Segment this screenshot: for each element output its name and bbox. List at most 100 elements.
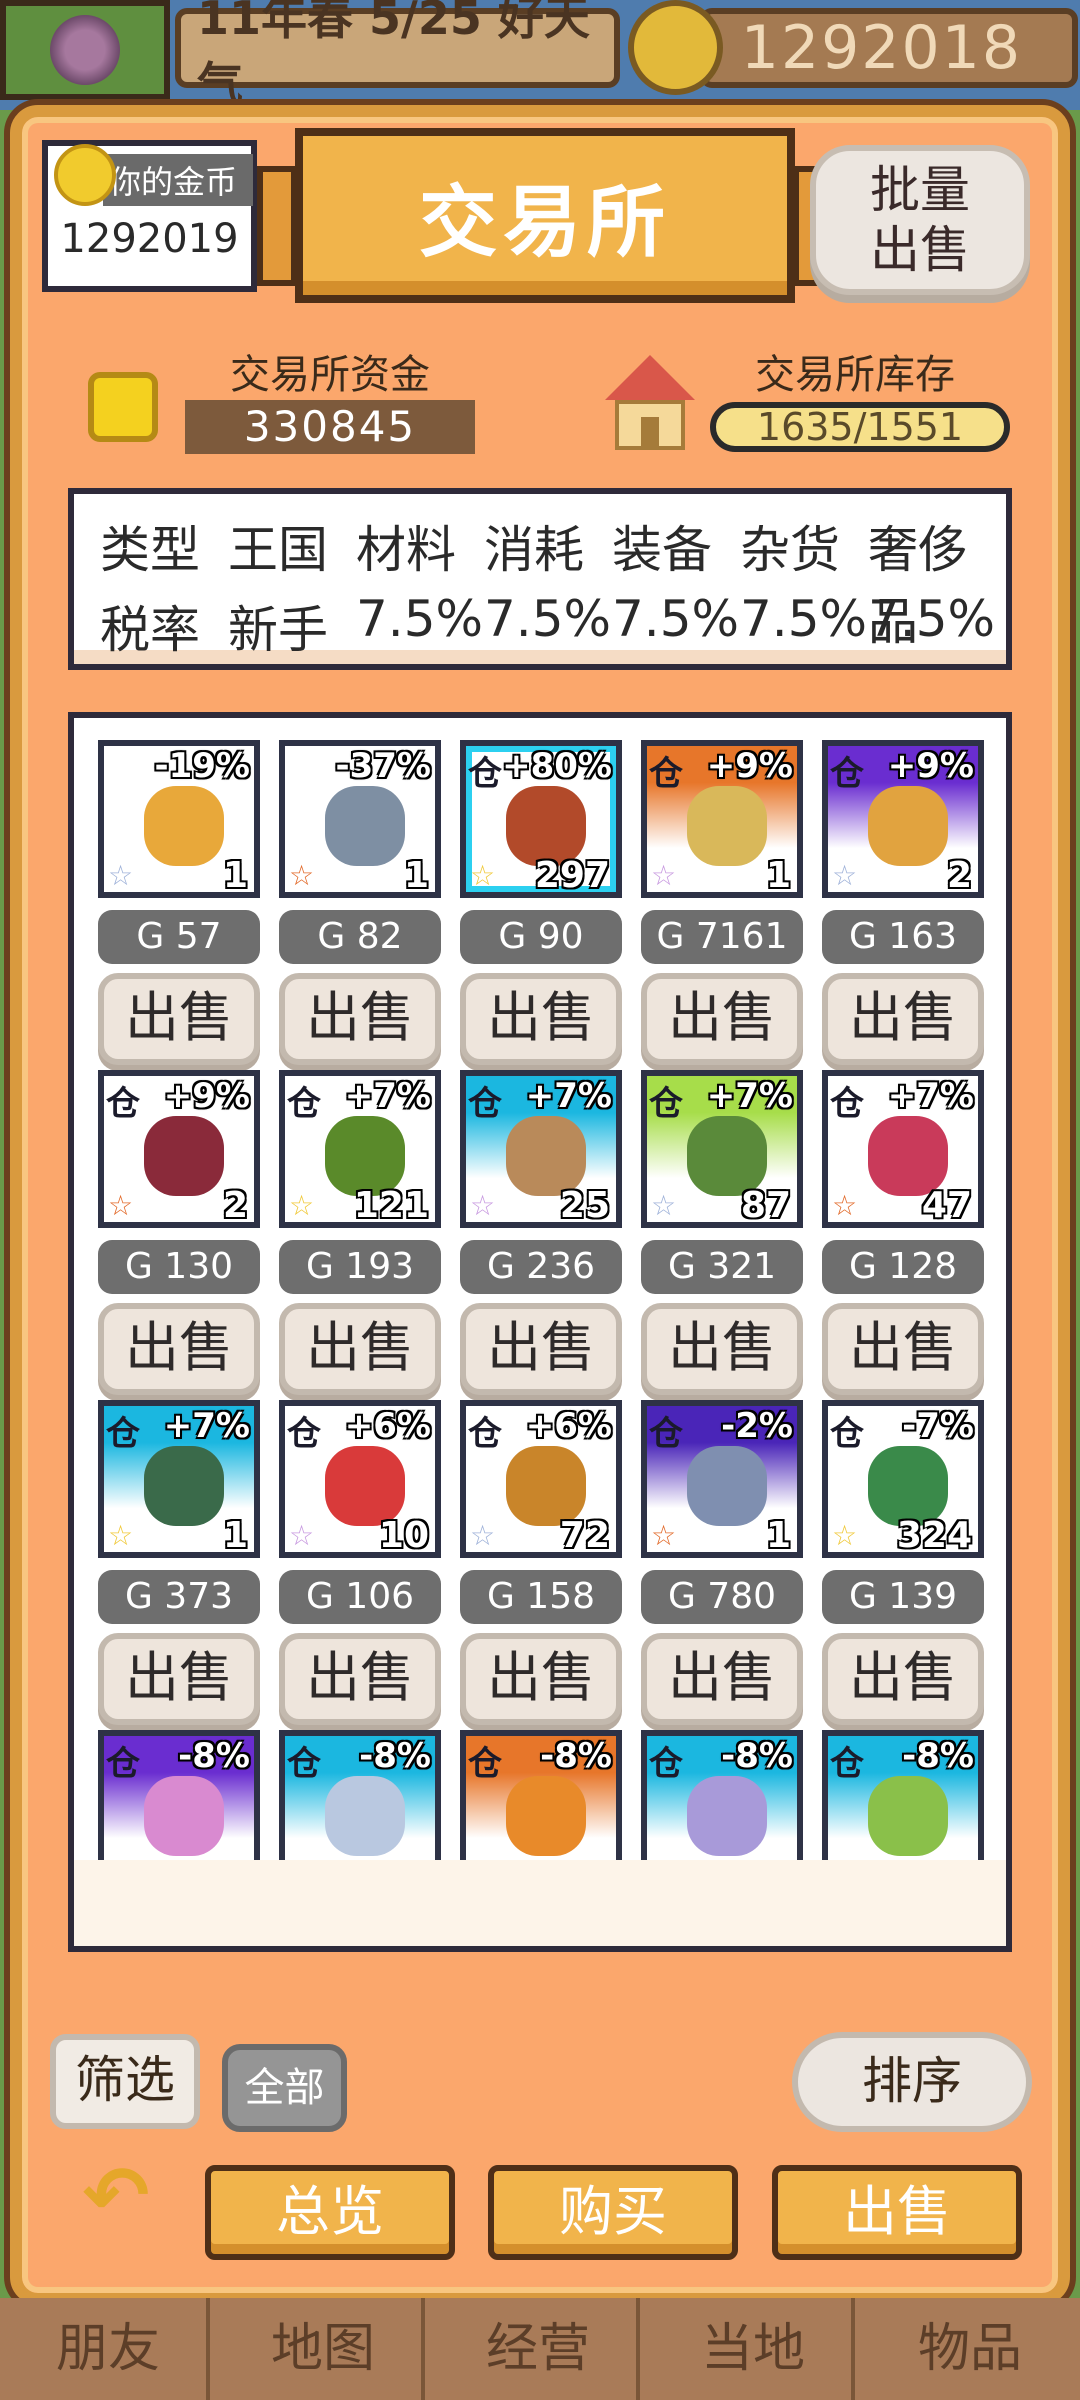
item-card[interactable]: 仓 +9% ☆ 2 <box>98 1070 260 1228</box>
sell-button[interactable]: 出售 <box>279 1303 441 1395</box>
tab-friends[interactable]: 朋友 <box>10 2298 210 2400</box>
star-icon: ☆ <box>289 1189 315 1222</box>
price-change: +9% <box>163 1076 250 1116</box>
item-slot[interactable]: 仓 +6% ☆ 72 G 158 出售 <box>460 1400 622 1730</box>
item-card[interactable]: 仓 +80% ☆ 297 <box>460 740 622 898</box>
item-card[interactable]: 仓 +7% ☆ 121 <box>279 1070 441 1228</box>
item-card[interactable]: 仓 -2% ☆ 1 <box>641 1400 803 1558</box>
item-card[interactable]: 仓 +7% ☆ 1 <box>98 1400 260 1558</box>
sell-button[interactable]: 出售 <box>822 973 984 1065</box>
storage-icon: 仓 <box>830 1084 864 1124</box>
sell-button[interactable]: 出售 <box>98 1633 260 1725</box>
tax-cell: 7.5% <box>740 590 868 648</box>
storage-icon: 仓 <box>287 1414 321 1454</box>
item-slot[interactable]: 仓 -2% ☆ 1 G 780 出售 <box>641 1400 803 1730</box>
tax-rate-table: 类型 王国 材料 消耗 装备 杂货 奢侈品 税率 新手 7.5% 7.5% 7.… <box>68 488 1012 670</box>
back-arrow-icon[interactable]: ↶ <box>66 2149 166 2242</box>
item-slot[interactable]: 仓 +7% ☆ 47 G 128 出售 <box>822 1070 984 1400</box>
date-weather: 11年春 5/25 好天气 <box>175 0 620 111</box>
item-slot[interactable]: 仓 +7% ☆ 87 G 321 出售 <box>641 1070 803 1400</box>
item-slot[interactable]: 仓 +7% ☆ 1 G 373 出售 <box>98 1400 260 1730</box>
item-quantity: 47 <box>921 1185 972 1226</box>
item-slot[interactable]: 仓 +9% ☆ 2 G 163 出售 <box>822 740 984 1070</box>
flower-icon <box>50 15 120 85</box>
tab-local[interactable]: 当地 <box>655 2298 855 2400</box>
coin-icon <box>54 144 116 206</box>
item-icon <box>868 786 948 866</box>
item-icon <box>325 1776 405 1856</box>
sell-button[interactable]: 出售 <box>279 973 441 1065</box>
star-icon: ☆ <box>470 1519 496 1552</box>
sell-button[interactable]: 出售 <box>822 1633 984 1725</box>
price-change: -8% <box>178 1736 250 1776</box>
item-slot[interactable]: -19% ☆ 1 G 57 出售 <box>98 740 260 1070</box>
item-card[interactable]: 仓 +7% ☆ 47 <box>822 1070 984 1228</box>
item-price: G 163 <box>822 910 984 964</box>
price-change: +6% <box>344 1406 431 1446</box>
sell-button[interactable]: 出售 <box>460 973 622 1065</box>
sell-button[interactable]: 出售 <box>279 1633 441 1725</box>
house-icon <box>605 355 695 455</box>
item-slot[interactable]: 仓 +9% ☆ 1 G 7161 出售 <box>641 740 803 1070</box>
price-change: +7% <box>163 1406 250 1446</box>
storage-icon: 仓 <box>468 1744 502 1784</box>
coin-icon <box>88 372 158 442</box>
price-change: -8% <box>902 1736 974 1776</box>
price-change: +9% <box>887 746 974 786</box>
tab-map[interactable]: 地图 <box>225 2298 425 2400</box>
item-slot[interactable]: -37% ☆ 1 G 82 出售 <box>279 740 441 1070</box>
item-slot[interactable]: 仓 +9% ☆ 2 G 130 出售 <box>98 1070 260 1400</box>
sell-tab-button[interactable]: 出售 <box>772 2165 1022 2260</box>
overview-button[interactable]: 总览 <box>205 2165 455 2260</box>
item-slot[interactable]: 仓 +7% ☆ 25 G 236 出售 <box>460 1070 622 1400</box>
item-card[interactable]: -19% ☆ 1 <box>98 740 260 898</box>
player-avatar[interactable] <box>0 0 170 100</box>
storage-icon: 仓 <box>830 1744 864 1784</box>
sell-button[interactable]: 出售 <box>641 1633 803 1725</box>
sort-button[interactable]: 排序 <box>792 2032 1032 2132</box>
filter-value-badge[interactable]: 全部 <box>222 2044 347 2132</box>
price-change: -8% <box>540 1736 612 1776</box>
filter-button[interactable]: 筛选 <box>50 2034 200 2129</box>
item-card[interactable]: 仓 +6% ☆ 72 <box>460 1400 622 1558</box>
sell-button[interactable]: 出售 <box>641 973 803 1065</box>
item-slot[interactable]: 仓 +80% ☆ 297 G 90 出售 <box>460 740 622 1070</box>
item-card[interactable]: 仓 +7% ☆ 87 <box>641 1070 803 1228</box>
item-card[interactable]: 仓 +7% ☆ 25 <box>460 1070 622 1228</box>
item-grid[interactable]: -19% ☆ 1 G 57 出售 -37% ☆ 1 G 82 出售仓 +80% ☆ 297 G 90 出售仓… <box>68 712 1012 1952</box>
sell-button[interactable]: 出售 <box>460 1633 622 1725</box>
bulk-sell-button[interactable]: 批量 出售 <box>810 145 1030 295</box>
funds-label: 交易所资金 <box>230 352 430 398</box>
tab-business[interactable]: 经营 <box>440 2298 640 2400</box>
storage-icon: 仓 <box>649 1084 683 1124</box>
star-icon: ☆ <box>832 859 858 892</box>
item-icon <box>687 786 767 866</box>
sell-button[interactable]: 出售 <box>822 1303 984 1395</box>
item-quantity: 2 <box>946 855 972 896</box>
item-price: G 130 <box>98 1240 260 1294</box>
bottom-tab-bar: 朋友 地图 经营 当地 物品 <box>0 2298 1080 2400</box>
star-icon: ☆ <box>470 859 496 892</box>
item-card[interactable]: -37% ☆ 1 <box>279 740 441 898</box>
sell-button[interactable]: 出售 <box>98 973 260 1065</box>
buy-button[interactable]: 购买 <box>488 2165 738 2260</box>
storage-icon: 仓 <box>106 1084 140 1124</box>
item-icon <box>687 1776 767 1856</box>
item-card[interactable]: 仓 -7% ☆ 324 <box>822 1400 984 1558</box>
sell-button[interactable]: 出售 <box>460 1303 622 1395</box>
item-slot[interactable]: 仓 -7% ☆ 324 G 139 出售 <box>822 1400 984 1730</box>
item-quantity: 121 <box>353 1185 429 1226</box>
item-slot[interactable]: 仓 +7% ☆ 121 G 193 出售 <box>279 1070 441 1400</box>
star-icon: ☆ <box>651 1189 677 1222</box>
tax-rate-row: 税率 新手 7.5% 7.5% 7.5% 7.5% 7.5% <box>100 590 996 662</box>
item-icon <box>325 786 405 866</box>
star-icon: ☆ <box>470 1189 496 1222</box>
item-card[interactable]: 仓 +6% ☆ 10 <box>279 1400 441 1558</box>
tab-items[interactable]: 物品 <box>870 2298 1070 2400</box>
item-card[interactable]: 仓 +9% ☆ 1 <box>641 740 803 898</box>
item-price: G 193 <box>279 1240 441 1294</box>
sell-button[interactable]: 出售 <box>98 1303 260 1395</box>
sell-button[interactable]: 出售 <box>641 1303 803 1395</box>
item-slot[interactable]: 仓 +6% ☆ 10 G 106 出售 <box>279 1400 441 1730</box>
item-card[interactable]: 仓 +9% ☆ 2 <box>822 740 984 898</box>
